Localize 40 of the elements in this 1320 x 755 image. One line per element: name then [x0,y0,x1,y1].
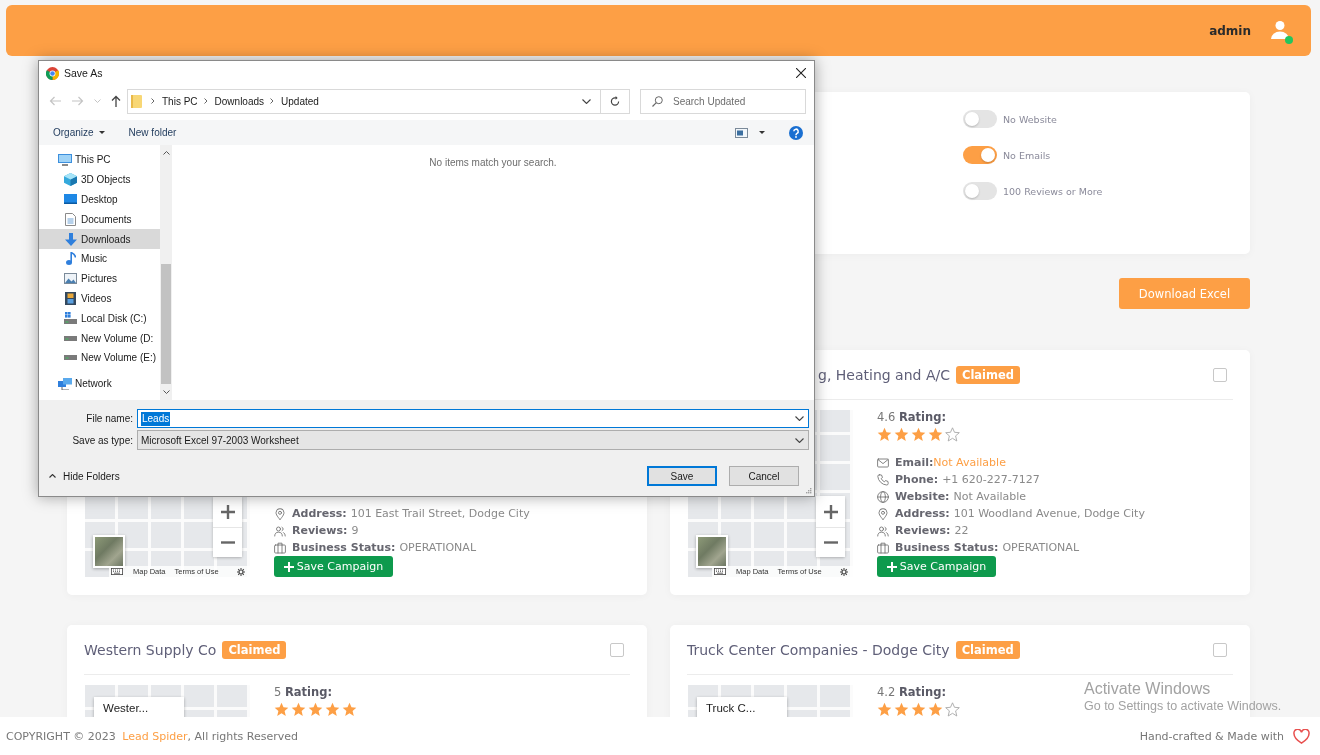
filter-label: No Emails [1003,149,1051,161]
detail-label: Email: [895,456,934,469]
claimed-tag: Claimed [222,640,287,659]
file-name-label: File name: [85,413,134,424]
filter-label: No Website [1003,113,1057,125]
detail-value: OPERATIONAL [1002,541,1079,554]
user-name: admin [1209,23,1251,38]
filter-label: 100 Reviews or More [1003,185,1103,197]
rating-text: 4.6 Rating: [877,410,948,425]
empty-message: No items match your search. [429,157,557,168]
detail-label: Address: [895,507,950,520]
claimed-tag: Claimed [955,365,1021,384]
listing-title: Truck Center Companies - Dodge City [687,641,950,658]
file-name-value: Leads [141,411,171,426]
dialog-title: Save As [64,67,103,79]
detail-value: Not Available [953,490,1027,503]
detail-label: Reviews: [292,524,348,537]
detail-value: Not Available [933,456,1006,469]
listing-title: Western Supply Co [84,641,217,658]
detail-label: Business Status: [895,541,999,554]
detail-label: Website: [895,490,950,503]
detail-value: 101 East Trail Street, Dodge City [350,507,530,520]
save-type-label: Save as type: [71,434,134,446]
detail-value: 22 [954,524,969,537]
activation-message: Go to Settings to activate Windows. [1084,698,1282,714]
listing-title: g, Heating and A/C [818,366,950,383]
detail-value: +1 620-227-7127 [942,473,1040,486]
detail-label: Business Status: [292,541,396,554]
activation-title: Activate Windows [1084,679,1212,698]
claimed-tag: Claimed [955,640,1020,659]
rating-text: 4.2 Rating: [877,685,948,700]
detail-value: OPERATIONAL [399,541,476,554]
detail-label: Reviews: [895,524,951,537]
detail-value: 9 [351,524,359,537]
rating-text: 5 Rating: [274,685,334,700]
detail-label: Phone: [895,473,939,486]
detail-value: 101 Woodland Avenue, Dodge City [953,507,1145,520]
detail-label: Address: [292,507,347,520]
copyright-text: COPYRIGHT © 2023 Lead Spider, All rights Reserved [6,729,298,743]
credit-text: Hand-crafted & Made with [1139,729,1284,743]
